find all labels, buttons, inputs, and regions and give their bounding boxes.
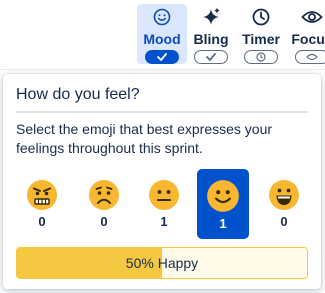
emoji-count: 1 xyxy=(219,216,227,231)
emoji-angry[interactable]: 0 xyxy=(17,174,67,240)
tool-bling-toggle[interactable] xyxy=(194,50,228,64)
tool-mood-toggle[interactable] xyxy=(145,50,179,64)
popup-description: Select the emoji that best expresses you… xyxy=(16,121,273,156)
tool-timer[interactable]: Timer xyxy=(236,4,286,64)
sad-face-icon xyxy=(89,180,119,210)
check-icon xyxy=(157,53,167,61)
clock-icon xyxy=(256,52,266,62)
tool-mood[interactable]: Mood xyxy=(137,4,187,64)
tool-focus-label: Focus xyxy=(291,31,325,47)
happy-face-icon xyxy=(207,180,239,212)
tool-bling-label: Bling xyxy=(193,31,229,47)
tool-mood-label: Mood xyxy=(143,31,181,47)
sparkle-icon xyxy=(200,6,222,28)
tool-focus-toggle[interactable] xyxy=(295,50,325,64)
emoji-count: 0 xyxy=(100,214,108,229)
smiley-icon xyxy=(153,6,171,28)
tool-bling[interactable]: Bling xyxy=(186,4,236,64)
popup-divider xyxy=(16,111,308,113)
mood-popup: How do you feel? Select the emoji that b… xyxy=(3,74,321,289)
toolbar: Mood Bling Timer Focus xyxy=(0,0,325,70)
angry-face-icon xyxy=(27,180,57,210)
grinning-face-icon xyxy=(269,180,299,210)
neutral-face-icon xyxy=(149,180,179,210)
emoji-row: 0 0 1 1 0 xyxy=(3,169,321,242)
tool-focus[interactable]: Focus xyxy=(287,4,325,64)
mood-progress-bar: 50% Happy xyxy=(16,247,308,279)
emoji-very-happy[interactable]: 0 xyxy=(259,174,309,240)
tool-timer-toggle[interactable] xyxy=(244,50,278,64)
emoji-happy[interactable]: 1 xyxy=(197,169,249,239)
popup-title: How do you feel? xyxy=(16,86,140,103)
check-icon xyxy=(206,53,216,61)
clock-icon xyxy=(252,6,270,28)
progress-label: 50% Happy xyxy=(125,255,199,271)
emoji-count: 0 xyxy=(280,214,288,229)
tool-timer-label: Timer xyxy=(242,31,280,47)
eye-icon xyxy=(306,53,318,61)
emoji-neutral[interactable]: 1 xyxy=(139,174,189,240)
eye-icon xyxy=(301,6,323,28)
emoji-count: 0 xyxy=(38,214,46,229)
emoji-sad[interactable]: 0 xyxy=(79,174,129,240)
emoji-count: 1 xyxy=(160,214,168,229)
